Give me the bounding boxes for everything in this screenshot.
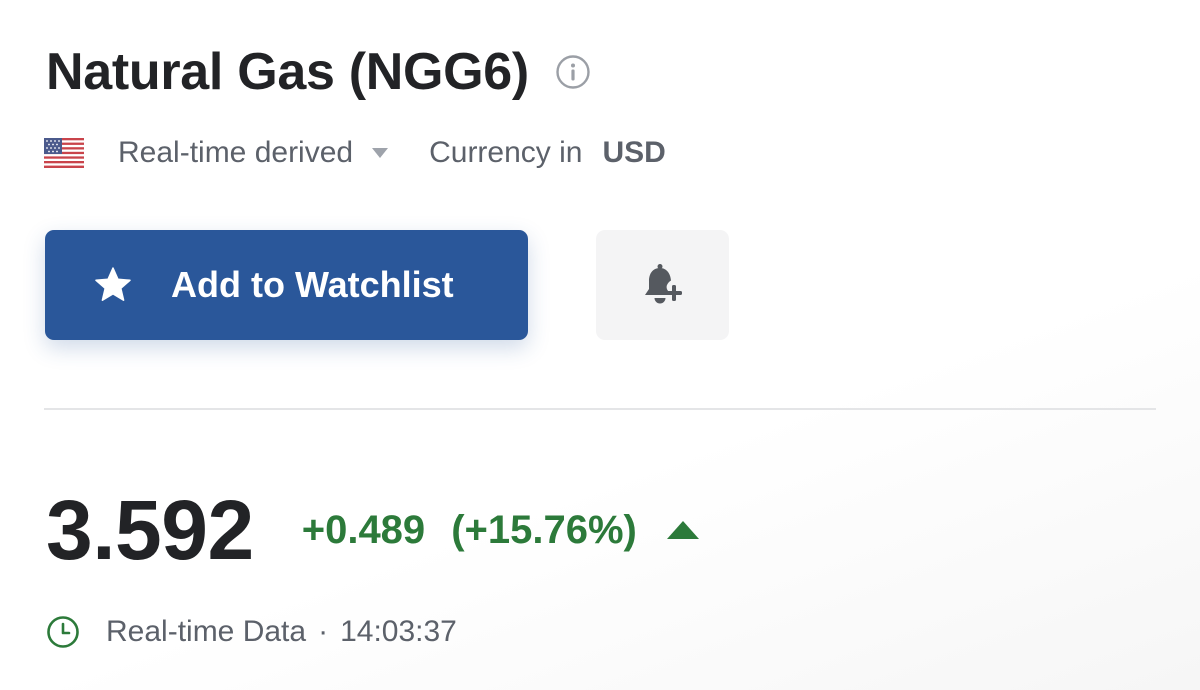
status-time: 14:03:37 <box>340 615 457 648</box>
bell-plus-icon <box>637 259 689 311</box>
create-alert-button[interactable] <box>596 230 729 340</box>
price-row: 3.592 +0.489 (+15.76%) <box>46 488 701 572</box>
price-change: +0.489 <box>301 507 426 552</box>
quote-header: Natural Gas (NGG6) Real-time derived Cur… <box>0 0 1200 690</box>
star-icon <box>93 265 133 305</box>
watchlist-button-label: Add to Watchlist <box>171 264 454 305</box>
currency-value: USD <box>602 136 666 169</box>
chevron-down-icon <box>371 147 389 159</box>
currency-label: Currency in <box>429 136 583 169</box>
info-icon[interactable] <box>555 54 591 90</box>
instrument-title: Natural Gas (NGG6) <box>46 43 529 101</box>
add-to-watchlist-button[interactable]: Add to Watchlist <box>45 230 528 340</box>
status-separator: · <box>318 615 329 648</box>
section-divider <box>44 408 1156 410</box>
data-source-label: Real-time derived <box>118 136 354 169</box>
us-flag-icon <box>44 138 84 168</box>
last-price: 3.592 <box>46 483 254 577</box>
meta-row: Real-time derived Currency in USD <box>44 138 666 168</box>
status-label: Real-time Data <box>106 615 307 648</box>
price-change-percent: (+15.76%) <box>451 507 637 552</box>
triangle-up-icon <box>665 519 701 541</box>
market-status: Real-time Data · 14:03:37 <box>46 615 457 649</box>
data-source-dropdown[interactable]: Real-time derived <box>118 138 389 168</box>
clock-icon <box>46 615 80 649</box>
title-row: Natural Gas (NGG6) <box>46 46 591 98</box>
